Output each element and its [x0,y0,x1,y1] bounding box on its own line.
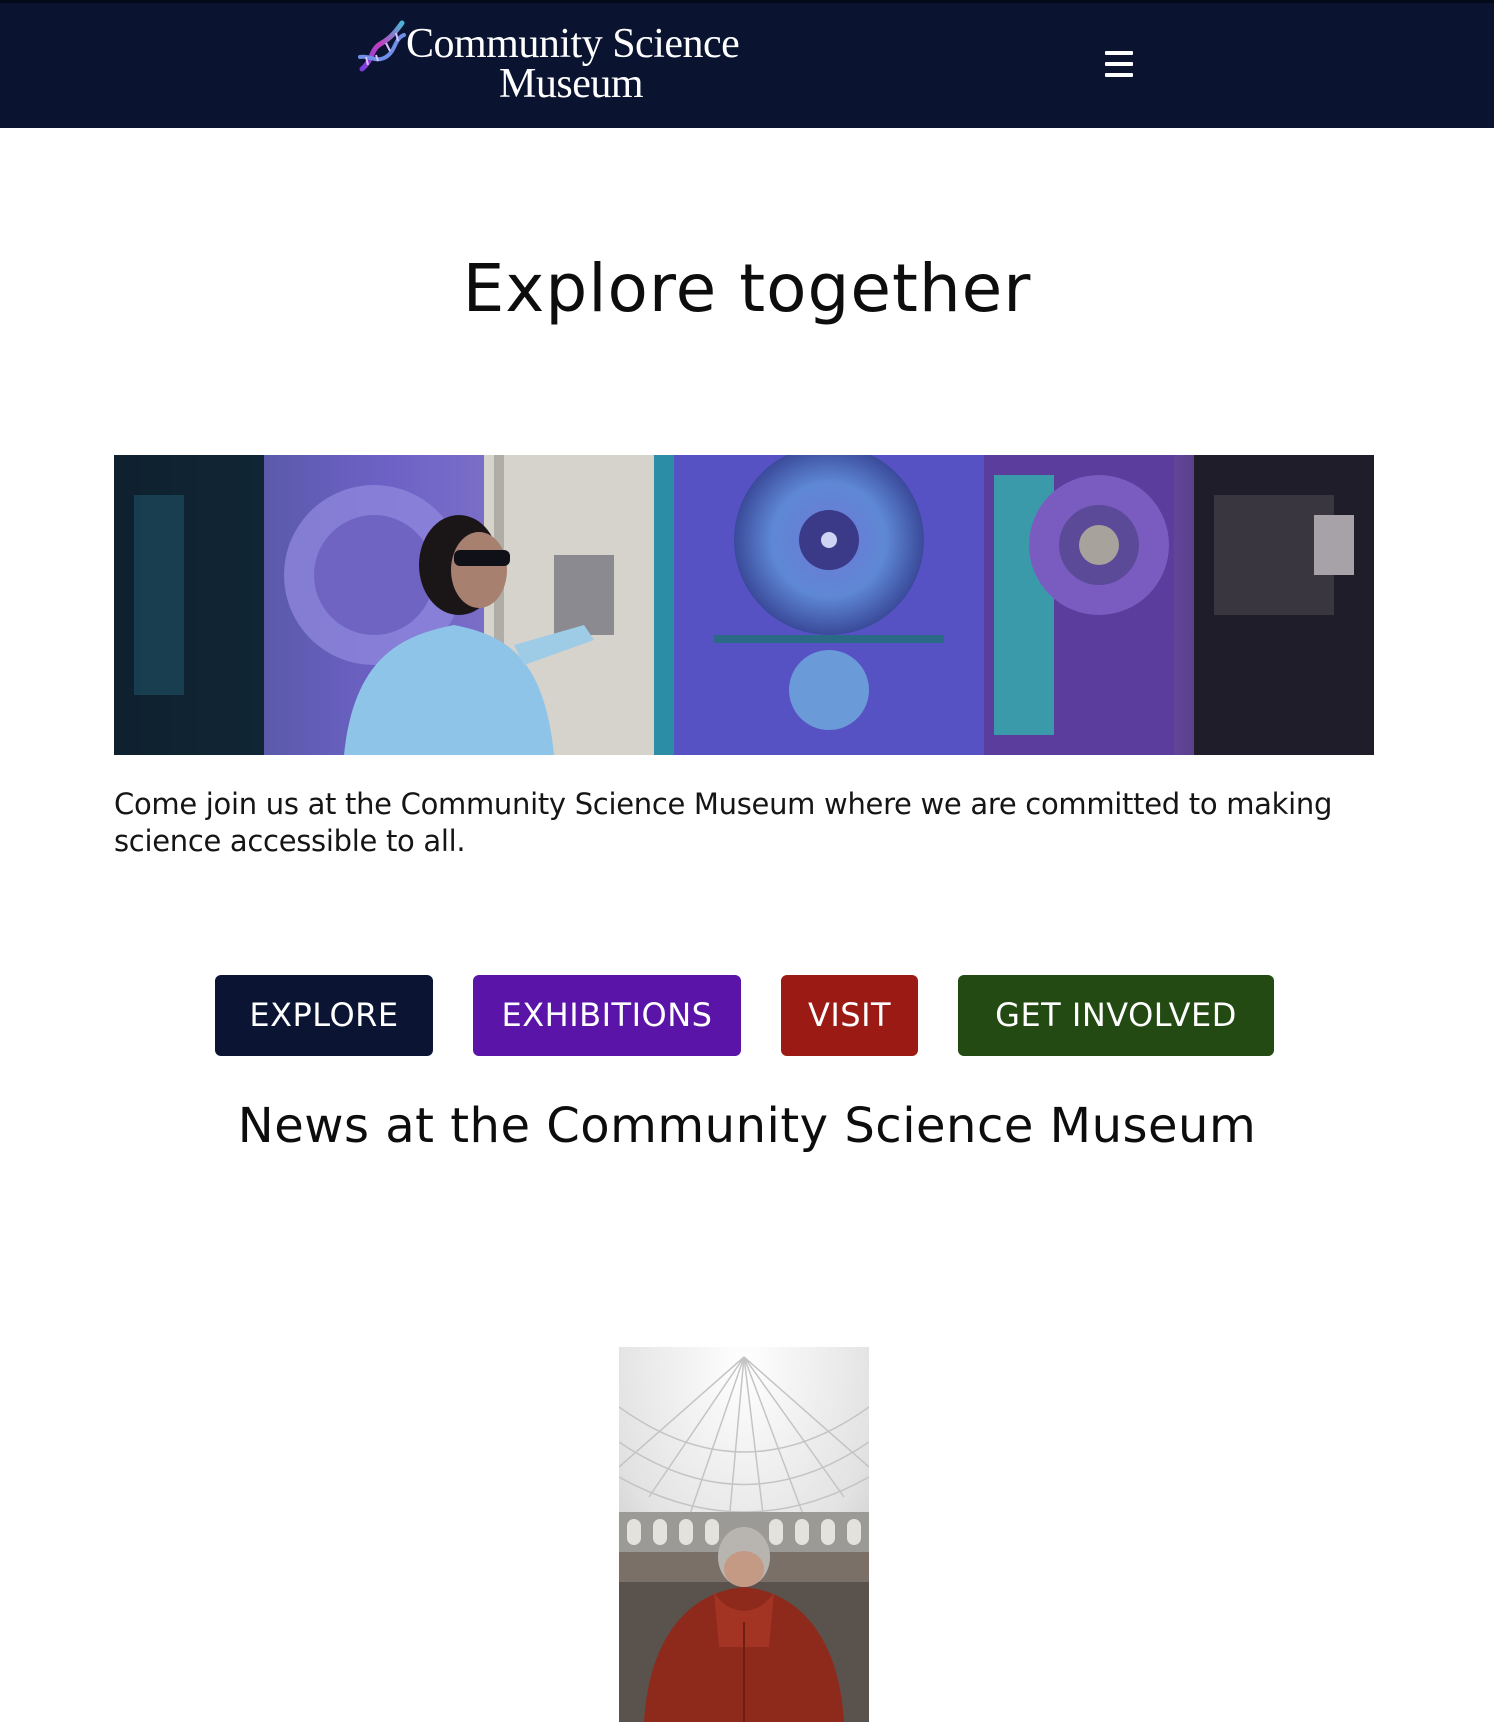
logo-text-line2: Museum [499,61,644,107]
site-header: Community Science Museum [0,0,1494,128]
news-image[interactable] [619,1347,869,1722]
cta-button-row: EXPLORE EXHIBITIONS VISIT GET INVOLVED [0,975,1494,1057]
menu-bar [1105,62,1133,66]
site-logo[interactable]: Community Science Museum [356,15,746,115]
logo-text-line1: Community Science [406,21,740,67]
exhibitions-button[interactable]: EXHIBITIONS [473,975,741,1056]
hero-title: Explore together [462,250,1032,327]
news-section-title: News at the Community Science Museum [237,1098,1257,1154]
hamburger-menu-icon[interactable] [1100,47,1138,81]
intro-paragraph: Come join us at the Community Science Mu… [114,787,1333,858]
hero-image [114,455,1374,755]
menu-bar [1105,51,1133,55]
dna-logo-icon [358,20,406,72]
visit-button[interactable]: VISIT [781,975,918,1056]
get-involved-button[interactable]: GET INVOLVED [958,975,1274,1056]
explore-button[interactable]: EXPLORE [215,975,433,1056]
menu-bar [1105,73,1133,77]
